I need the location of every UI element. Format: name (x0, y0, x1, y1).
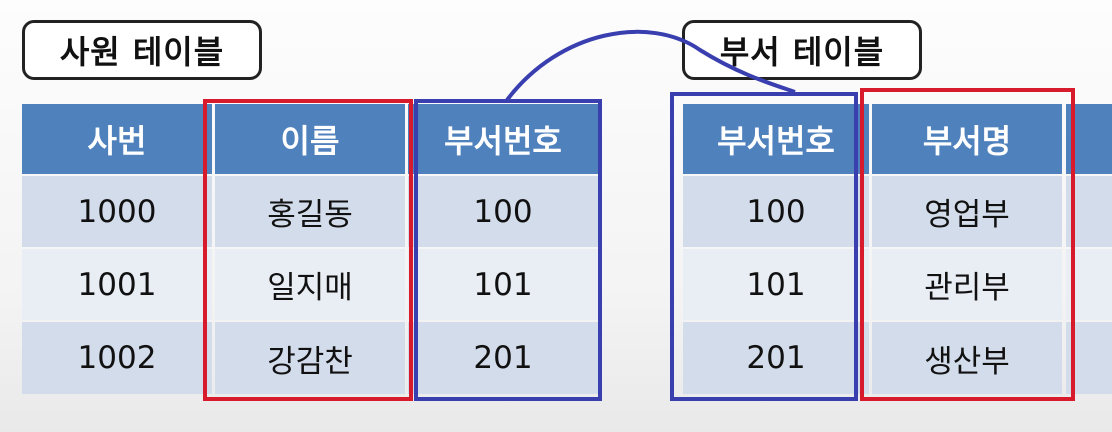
table-cell: 1001 (22, 249, 212, 320)
table-cell: 101 (408, 249, 598, 320)
table-cell: 강감찬 (215, 322, 405, 394)
employee-table-title: 사원 테이블 (22, 20, 262, 80)
department-header-dept-name: 부서명 (872, 104, 1062, 174)
table-cell: 100 (408, 176, 598, 247)
table-cell: 생산부 (872, 322, 1062, 394)
table-cell: 영업부 (872, 176, 1062, 247)
employee-header-name: 이름 (215, 104, 405, 174)
table-cell: 관리부 (872, 249, 1062, 320)
table-cell-cutoff (1066, 176, 1112, 247)
table-cell-cutoff (1066, 249, 1112, 320)
table-cell: 100 (683, 176, 869, 247)
table-cell: 201 (408, 322, 598, 394)
table-cell: 일지매 (215, 249, 405, 320)
department-table-title: 부서 테이블 (682, 20, 922, 80)
department-header-cutoff (1066, 104, 1112, 174)
table-cell: 홍길동 (215, 176, 405, 247)
table-cell: 1000 (22, 176, 212, 247)
table-cell: 101 (683, 249, 869, 320)
department-header-dept-no: 부서번호 (683, 104, 869, 174)
employee-header-id: 사번 (22, 104, 212, 174)
employee-header-dept-no: 부서번호 (408, 104, 598, 174)
table-cell-cutoff (1066, 322, 1112, 394)
table-cell: 1002 (22, 322, 212, 394)
table-cell: 201 (683, 322, 869, 394)
